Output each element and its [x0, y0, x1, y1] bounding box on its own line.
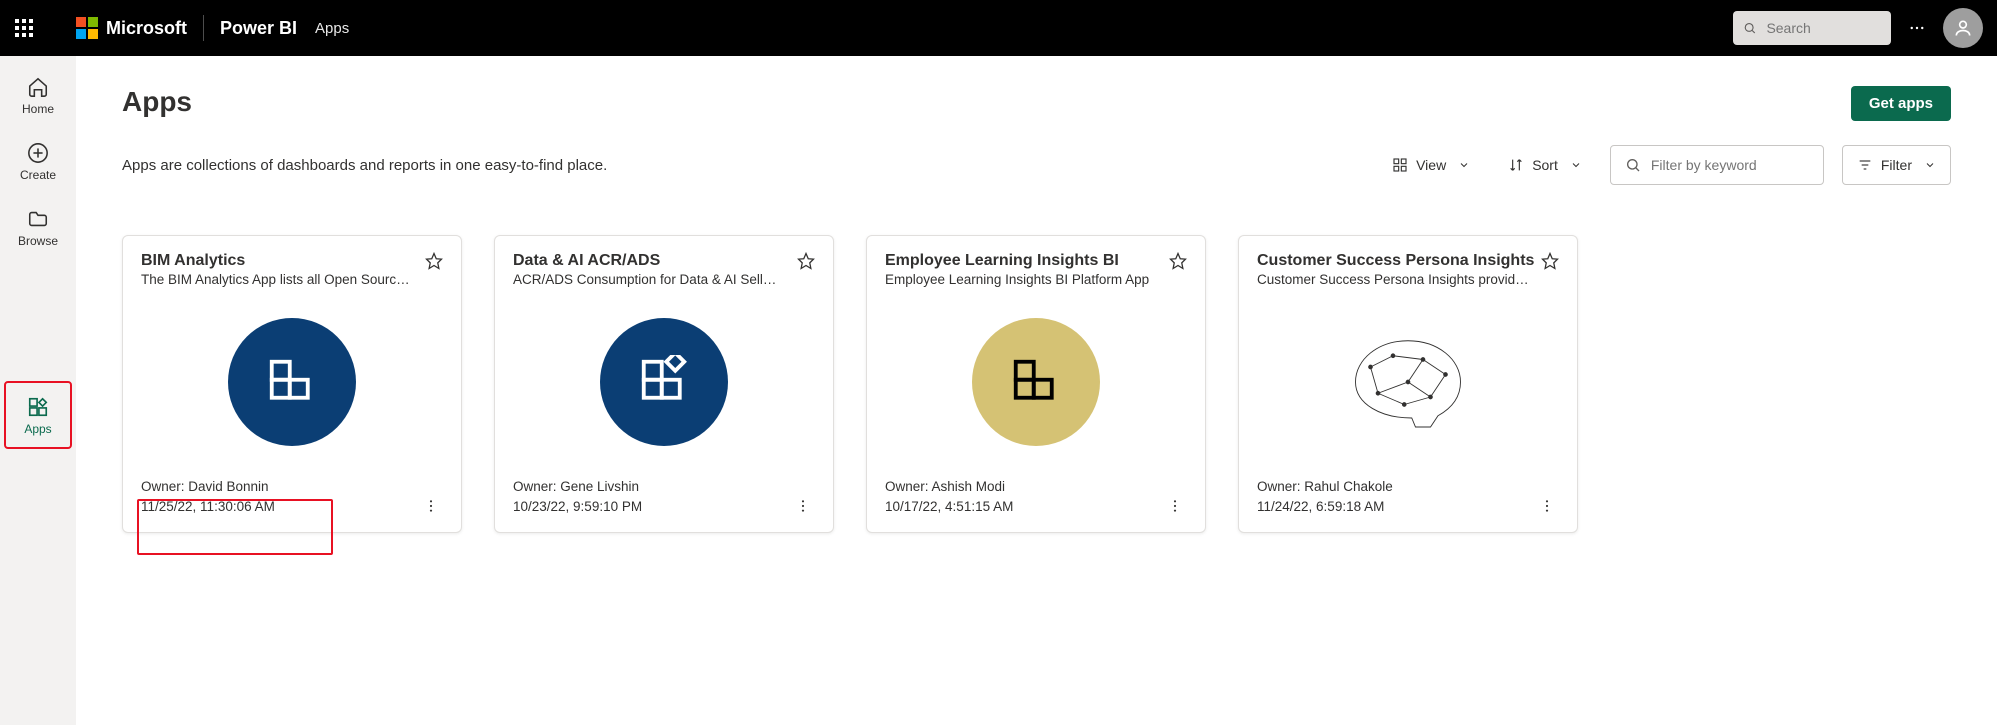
product-title[interactable]: Power BI — [220, 18, 297, 39]
sort-label: Sort — [1532, 157, 1558, 173]
star-icon — [1541, 252, 1559, 270]
app-card[interactable]: Customer Success Persona Insights Custom… — [1238, 235, 1578, 533]
ellipsis-vertical-icon — [1539, 498, 1555, 514]
waffle-icon — [15, 19, 33, 37]
star-icon — [1169, 252, 1187, 270]
apps-grid: BIM Analytics The BIM Analytics App list… — [122, 235, 1951, 533]
chevron-down-icon — [1570, 159, 1582, 171]
nav-create-label: Create — [20, 168, 56, 182]
favorite-button[interactable] — [1541, 252, 1559, 270]
search-icon — [1625, 157, 1641, 173]
app-owner: Owner: Rahul Chakole — [1257, 477, 1393, 497]
app-owner: Owner: Ashish Modi — [885, 477, 1013, 497]
chevron-down-icon — [1924, 159, 1936, 171]
app-title: Employee Learning Insights BI — [885, 252, 1163, 270]
app-subtitle: Customer Success Persona Insights provid… — [1257, 272, 1535, 287]
app-title: BIM Analytics — [141, 252, 419, 270]
brain-circuit-icon — [1333, 322, 1483, 442]
search-icon — [1743, 20, 1756, 36]
app-subtitle: ACR/ADS Consumption for Data & AI Sell… — [513, 272, 791, 287]
app-title: Data & AI ACR/ADS — [513, 252, 791, 270]
left-nav: Home Create Browse Apps — [0, 56, 76, 725]
nav-home-label: Home — [22, 102, 54, 116]
get-apps-button[interactable]: Get apps — [1851, 86, 1951, 121]
grid-icon — [1392, 157, 1408, 173]
app-card[interactable]: Employee Learning Insights BI Employee L… — [866, 235, 1206, 533]
app-timestamp: 11/24/22, 6:59:18 AM — [1257, 497, 1393, 517]
app-more-button[interactable] — [1535, 494, 1559, 518]
app-tile-icon — [972, 318, 1100, 446]
search-input[interactable] — [1764, 19, 1881, 37]
topbar-divider — [203, 15, 204, 41]
microsoft-brand[interactable]: Microsoft — [76, 17, 187, 39]
filter-button[interactable]: Filter — [1842, 145, 1951, 185]
page-title: Apps — [122, 86, 192, 118]
filter-keyword-input-wrap[interactable] — [1610, 145, 1824, 185]
app-more-button[interactable] — [791, 494, 815, 518]
nav-browse-label: Browse — [18, 234, 58, 248]
app-card[interactable]: BIM Analytics The BIM Analytics App list… — [122, 235, 462, 533]
filter-icon — [1857, 157, 1873, 173]
favorite-button[interactable] — [425, 252, 443, 270]
app-owner: Owner: Gene Livshin — [513, 477, 642, 497]
product-section: Apps — [315, 20, 349, 37]
app-card[interactable]: Data & AI ACR/ADS ACR/ADS Consumption fo… — [494, 235, 834, 533]
user-avatar[interactable] — [1943, 8, 1983, 48]
top-bar: Microsoft Power BI Apps — [0, 0, 1997, 56]
app-icon-wrap — [513, 287, 815, 477]
app-timestamp: 10/23/22, 9:59:10 PM — [513, 497, 642, 517]
microsoft-logo-icon — [76, 17, 98, 39]
app-more-button[interactable] — [1163, 494, 1187, 518]
app-owner: Owner: David Bonnin — [141, 477, 275, 497]
nav-create[interactable]: Create — [8, 132, 68, 192]
page-description: Apps are collections of dashboards and r… — [122, 157, 607, 174]
filter-button-label: Filter — [1881, 157, 1912, 173]
sort-icon — [1508, 157, 1524, 173]
nav-apps-label: Apps — [24, 422, 51, 436]
folder-icon — [27, 208, 49, 230]
app-launcher-button[interactable] — [0, 0, 48, 56]
view-dropdown[interactable]: View — [1382, 151, 1480, 179]
favorite-button[interactable] — [1169, 252, 1187, 270]
app-icon-wrap — [1257, 287, 1559, 477]
favorite-button[interactable] — [797, 252, 815, 270]
app-subtitle: The BIM Analytics App lists all Open Sou… — [141, 272, 419, 287]
app-timestamp: 11/25/22, 11:30:06 AM — [141, 497, 275, 517]
star-icon — [425, 252, 443, 270]
ellipsis-vertical-icon — [1167, 498, 1183, 514]
apps-icon — [27, 396, 49, 418]
nav-apps[interactable]: Apps — [8, 386, 68, 446]
ellipsis-vertical-icon — [423, 498, 439, 514]
main-content: Apps Get apps Apps are collections of da… — [76, 56, 1997, 725]
home-icon — [27, 76, 49, 98]
ellipsis-vertical-icon — [795, 498, 811, 514]
app-tile-icon — [228, 318, 356, 446]
person-icon — [1953, 18, 1973, 38]
app-icon-wrap — [141, 287, 443, 477]
star-icon — [797, 252, 815, 270]
app-title: Customer Success Persona Insights — [1257, 252, 1535, 270]
app-timestamp: 10/17/22, 4:51:15 AM — [885, 497, 1013, 517]
plus-circle-icon — [27, 142, 49, 164]
nav-browse[interactable]: Browse — [8, 198, 68, 258]
nav-home[interactable]: Home — [8, 66, 68, 126]
app-more-button[interactable] — [419, 494, 443, 518]
sort-dropdown[interactable]: Sort — [1498, 151, 1592, 179]
filter-keyword-input[interactable] — [1649, 156, 1809, 174]
app-subtitle: Employee Learning Insights BI Platform A… — [885, 272, 1163, 287]
app-icon-wrap — [885, 287, 1187, 477]
microsoft-wordmark: Microsoft — [106, 18, 187, 39]
ellipsis-icon — [1908, 19, 1926, 37]
view-label: View — [1416, 157, 1446, 173]
app-tile-icon — [600, 318, 728, 446]
global-search[interactable] — [1733, 11, 1891, 45]
chevron-down-icon — [1458, 159, 1470, 171]
more-options-button[interactable] — [1897, 8, 1937, 48]
